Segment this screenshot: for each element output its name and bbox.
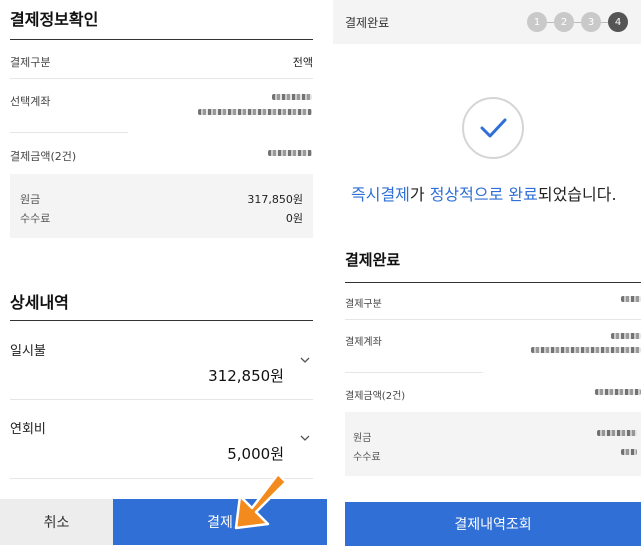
blurred-payment-amount: [268, 150, 312, 156]
blurred-fee: [621, 449, 637, 455]
section-divider: [345, 282, 641, 283]
payment-type-label: 결제구분: [345, 299, 382, 310]
detail-item-name: 연회비: [10, 422, 46, 437]
detail-item-amount: 5,000원: [227, 445, 284, 463]
complete-section-title: 결제완료: [345, 251, 401, 269]
chevron-down-icon[interactable]: [300, 433, 310, 443]
payment-type-label: 결제구분: [10, 56, 51, 69]
account-label: 결제계좌: [345, 337, 382, 348]
message-highlight: 즉시결제: [351, 185, 410, 204]
message-highlight: 정상적으로: [429, 185, 504, 204]
payment-amount-label: 결제금액(2건): [10, 150, 77, 163]
divider: [345, 319, 641, 320]
cancel-button[interactable]: 취소: [0, 499, 113, 545]
detail-item-amount: 312,850원: [208, 367, 284, 385]
fee-value: 0원: [285, 212, 303, 225]
check-circle-icon: [462, 97, 524, 159]
principal-value: 317,850원: [247, 193, 303, 206]
step-4: 4: [608, 12, 628, 32]
message-highlight: 완료: [508, 185, 538, 204]
pay-button[interactable]: 결제: [113, 499, 327, 545]
selected-account-label: 선택계좌: [10, 95, 51, 108]
page-title: 결제정보확인: [10, 10, 99, 29]
payment-confirm-panel: 결제정보확인 결제구분 전액 선택계좌 결제금액(2건) 원금 317,850원…: [0, 0, 327, 548]
divider: [345, 372, 483, 373]
blurred-account-number: [198, 109, 312, 115]
completion-message: 즉시결제가 정상적으로 완료되었습니다.: [351, 181, 617, 205]
step-header: 결제완료 1 2 3 4: [333, 0, 641, 44]
principal-label: 원금: [20, 193, 41, 206]
divider: [10, 399, 313, 400]
chevron-down-icon[interactable]: [300, 355, 310, 365]
details-divider: [10, 320, 313, 321]
payment-complete-panel: 결제완료 1 2 3 4 즉시결제가 정상적으로 완료되었습니다. 결제완료 결…: [333, 0, 641, 548]
step-connector: [574, 21, 581, 23]
blurred-account-name: [272, 94, 312, 100]
step-1: 1: [527, 12, 547, 32]
message-text: 가: [409, 185, 430, 204]
step-2: 2: [554, 12, 574, 32]
message-text: 되었습니다.: [537, 185, 617, 204]
amount-breakdown-box: 원금 317,850원 수수료 0원: [10, 174, 313, 238]
blurred-account-number: [531, 347, 641, 353]
principal-label: 원금: [353, 433, 372, 444]
step-3: 3: [581, 12, 601, 32]
blurred-payment-type: [621, 296, 641, 302]
payment-history-button[interactable]: 결제내역조회: [345, 502, 641, 546]
detail-item-name: 일시불: [10, 344, 46, 359]
amount-breakdown-box: 원금 수수료: [345, 412, 641, 476]
step-connector: [547, 21, 554, 23]
amount-label: 결제금액(2건): [345, 391, 406, 402]
divider: [10, 132, 128, 133]
blurred-account-name: [611, 333, 641, 339]
step-indicator: 1 2 3 4: [527, 12, 628, 32]
divider: [10, 78, 313, 79]
blurred-principal: [597, 430, 637, 436]
step-connector: [601, 21, 608, 23]
fee-label: 수수료: [353, 452, 381, 463]
fee-label: 수수료: [20, 212, 51, 225]
title-divider: [10, 39, 313, 40]
details-title: 상세내역: [10, 293, 69, 312]
blurred-amount: [595, 389, 641, 395]
header-title: 결제완료: [345, 16, 390, 30]
payment-type-value: 전액: [292, 56, 313, 69]
pointer-arrow-icon: [234, 472, 288, 530]
